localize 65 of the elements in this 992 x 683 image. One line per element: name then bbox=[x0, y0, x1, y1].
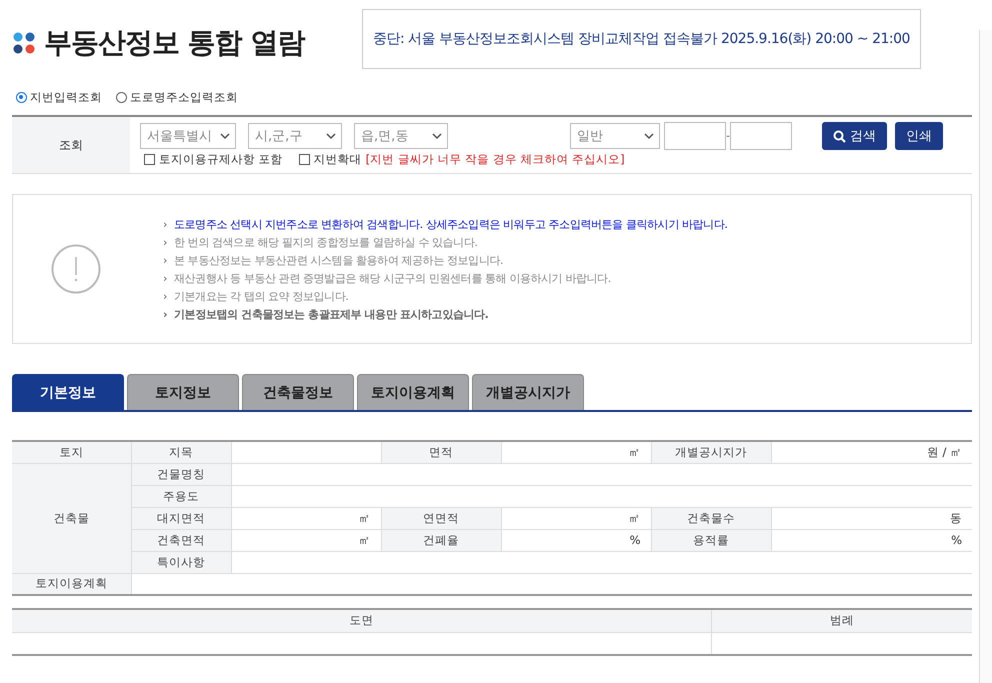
chevron-down-icon bbox=[644, 132, 654, 140]
table-cell: ㎡ bbox=[501, 441, 651, 463]
field-label: 용적률 bbox=[651, 529, 771, 551]
dropdown[interactable]: 일반 bbox=[570, 123, 660, 149]
logo-icon bbox=[12, 31, 36, 55]
table-cell: ㎡ bbox=[501, 507, 651, 529]
checkbox[interactable] bbox=[298, 154, 310, 165]
exclamation-icon bbox=[51, 244, 101, 294]
input-field[interactable] bbox=[664, 122, 726, 150]
separator-text: - bbox=[726, 130, 730, 142]
bullet-icon: › bbox=[163, 272, 167, 284]
column-header: 범례 bbox=[711, 609, 972, 632]
bullet-icon: › bbox=[163, 290, 167, 302]
row-header: 토지 bbox=[12, 441, 131, 463]
page-title: 부동산정보 통합 열람 bbox=[44, 25, 306, 61]
input-field[interactable] bbox=[730, 122, 792, 150]
notice-banner: 중단: 서울 부동산정보조회시스템 장비교체작업 접속불가 2025.9.16(화) 20:00 ~ 21:00 bbox=[362, 9, 921, 69]
dropdown[interactable]: 시,군,구 bbox=[248, 123, 342, 149]
field-label: 건폐율 bbox=[381, 529, 501, 551]
tab[interactable]: 기본정보 bbox=[12, 374, 124, 410]
checkbox[interactable] bbox=[144, 154, 155, 165]
search-mode-radio[interactable]: 도로명주소입력조회 bbox=[116, 90, 238, 105]
field-label: 건물명칭 bbox=[131, 463, 231, 485]
info-text: 본 부동산정보는 부동산관련 시스템을 활용하여 제공하는 정보입니다. bbox=[174, 254, 504, 266]
field-label: 건축면적 bbox=[131, 529, 231, 551]
row-header: 토지이용계획 bbox=[12, 573, 131, 595]
info-text: 도로명주소 선택시 지번주소로 변환하여 검색합니다. 상세주소입력은 비워두고 주소입력버튼을 클릭하시기 바랍니다. bbox=[174, 218, 728, 230]
bullet-icon: › bbox=[163, 254, 167, 266]
print-button[interactable]: 인쇄 bbox=[895, 122, 943, 150]
search-label: 조회 bbox=[12, 117, 130, 173]
field-label: 개별공시지가 bbox=[651, 441, 771, 463]
field-label: 면적 bbox=[381, 441, 501, 463]
dropdown[interactable]: 읍,면,동 bbox=[354, 123, 448, 149]
checkbox-label: 지번확대 bbox=[314, 152, 362, 167]
tab[interactable]: 토지정보 bbox=[127, 374, 239, 410]
field-label: 지목 bbox=[131, 441, 231, 463]
tab[interactable]: 건축물정보 bbox=[242, 374, 354, 410]
info-text: 기본개요는 각 탭의 요약 정보입니다. bbox=[174, 290, 348, 302]
table-cell: ㎡ bbox=[231, 507, 381, 529]
checkbox-label: 토지이용규제사항 포함 bbox=[159, 152, 283, 167]
row-header: 건축물 bbox=[12, 463, 131, 573]
dropdown[interactable]: 서울특별시 bbox=[140, 123, 236, 149]
field-label: 연면적 bbox=[381, 507, 501, 529]
bullet-icon: › bbox=[163, 308, 168, 320]
search-button[interactable]: 검색 bbox=[822, 122, 887, 150]
bullet-icon: › bbox=[163, 236, 167, 248]
chevron-down-icon bbox=[432, 132, 442, 140]
table-cell: ㎡ bbox=[231, 529, 381, 551]
table-cell: % bbox=[501, 529, 651, 551]
chevron-down-icon bbox=[326, 132, 336, 140]
info-text: 재산권행사 등 부동산 관련 증명발급은 해당 시군구의 민원센터를 통해 이용하시기 바랍니다. bbox=[174, 272, 611, 284]
chevron-down-icon bbox=[220, 132, 230, 140]
info-text: 기본정보탭의 건축물정보는 총괄표제부 내용만 표시하고있습니다. bbox=[174, 308, 488, 320]
search-icon bbox=[833, 130, 846, 142]
search-mode-radio[interactable]: 지번입력조회 bbox=[16, 90, 102, 105]
column-header: 도면 bbox=[12, 609, 711, 632]
field-label: 건축물수 bbox=[651, 507, 771, 529]
bullet-icon: › bbox=[163, 218, 167, 230]
field-label: 주용도 bbox=[131, 485, 231, 507]
info-text: 한 번의 검색으로 해당 필지의 종합정보를 열람하실 수 있습니다. bbox=[174, 236, 478, 248]
tab[interactable]: 개별공시지가 bbox=[472, 374, 584, 410]
warning-note: [지번 글씨가 너무 작을 경우 체크하여 주십시오] bbox=[366, 152, 625, 167]
field-label: 대지면적 bbox=[131, 507, 231, 529]
field-label: 특이사항 bbox=[131, 551, 231, 573]
tab[interactable]: 토지이용계획 bbox=[357, 374, 469, 410]
